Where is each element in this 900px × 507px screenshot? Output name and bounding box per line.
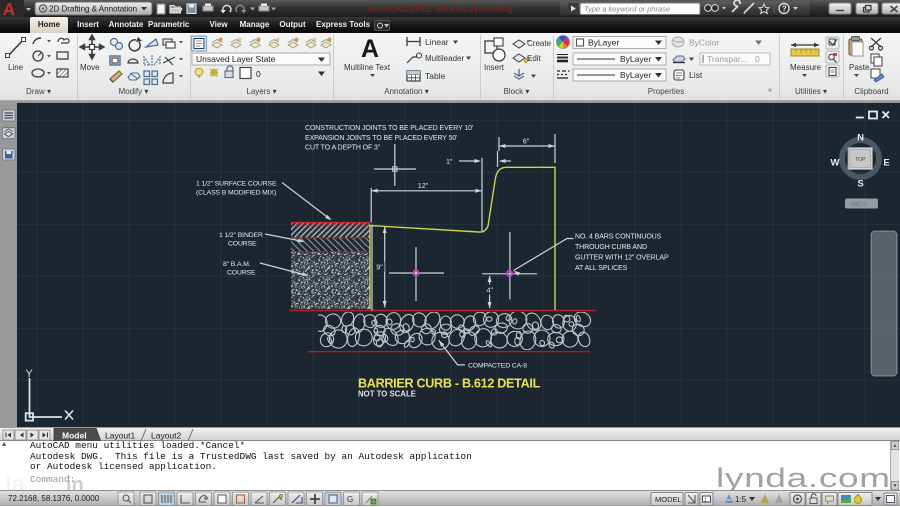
svg-text:ByLayer: ByLayer <box>620 70 651 80</box>
svg-text:COURSE: COURSE <box>228 241 257 248</box>
svg-text:E: E <box>883 158 889 169</box>
svg-text:Create: Create <box>527 39 552 48</box>
svg-text:EXPANSION JOINTS TO BE PLACED: EXPANSION JOINTS TO BE PLACED EVERY 50' <box>305 135 457 142</box>
svg-text:Y: Y <box>26 368 34 380</box>
svg-text:N: N <box>857 133 864 144</box>
svg-text:Layout2: Layout2 <box>151 431 182 441</box>
svg-text:0: 0 <box>256 69 261 79</box>
svg-text:COURSE: COURSE <box>227 270 256 277</box>
svg-text:Table: Table <box>425 71 446 81</box>
svg-text:Multileader: Multileader <box>425 54 464 63</box>
svg-text:AT ALL SPLICES: AT ALL SPLICES <box>575 265 628 272</box>
svg-text:CONSTRUCTION JOINTS TO BE PLAC: CONSTRUCTION JOINTS TO BE PLACED EVERY 1… <box>305 125 473 132</box>
svg-text:Line: Line <box>8 63 24 72</box>
svg-text:MODEL: MODEL <box>655 495 682 504</box>
svg-text:Insert: Insert <box>484 63 505 72</box>
svg-text:1: 1 <box>704 498 707 504</box>
svg-text:Unsaved Layer State: Unsaved Layer State <box>196 54 276 64</box>
svg-text:Move: Move <box>80 63 100 72</box>
svg-text:0: 0 <box>755 54 760 64</box>
svg-text:9": 9" <box>376 263 383 272</box>
svg-text:ByColor: ByColor <box>689 38 719 48</box>
svg-text:6": 6" <box>523 137 530 146</box>
svg-text:W: W <box>831 158 840 169</box>
svg-text:Linear: Linear <box>425 37 449 47</box>
svg-text:Measure: Measure <box>790 63 822 72</box>
svg-text:(CLASS B MODIFIED MIX): (CLASS B MODIFIED MIX) <box>196 190 276 197</box>
svg-text:Transpar...: Transpar... <box>707 54 747 64</box>
svg-text:List: List <box>689 70 703 80</box>
svg-text:A: A <box>2 0 16 17</box>
svg-text:A: A <box>361 35 379 63</box>
svg-text:ByLayer: ByLayer <box>588 38 619 48</box>
svg-text:1 1/2" SURFACE COURSE: 1 1/2" SURFACE COURSE <box>196 181 277 188</box>
svg-text:NOT TO SCALE: NOT TO SCALE <box>358 390 416 399</box>
svg-text:TOP: TOP <box>855 157 866 163</box>
svg-text:WCS: WCS <box>851 202 868 209</box>
svg-text:12": 12" <box>418 181 429 190</box>
svg-text:ByLayer: ByLayer <box>620 54 651 64</box>
svg-text:G: G <box>347 495 353 504</box>
svg-text:GUTTER WITH 12" OVERLAP: GUTTER WITH 12" OVERLAP <box>575 255 669 262</box>
svg-text:1 1/2" BINDER: 1 1/2" BINDER <box>219 232 263 239</box>
svg-text:Layout1: Layout1 <box>105 431 136 441</box>
svg-text:1": 1" <box>446 157 453 166</box>
svg-text:4": 4" <box>487 286 494 295</box>
svg-text:Type a keyword or phrase: Type a keyword or phrase <box>584 5 670 14</box>
svg-text:2D Drafting & Annotation: 2D Drafting & Annotation <box>49 5 137 14</box>
svg-text:CUT TO A DEPTH OF 3": CUT TO A DEPTH OF 3" <box>305 145 381 152</box>
svg-text:1:5: 1:5 <box>735 495 747 504</box>
svg-text:Paste: Paste <box>849 63 870 72</box>
svg-text:8" B.A.M.: 8" B.A.M. <box>223 261 251 268</box>
svg-text:THROUGH CURB AND: THROUGH CURB AND <box>575 244 647 251</box>
svg-text:S: S <box>857 179 863 190</box>
svg-text:Model: Model <box>62 431 87 441</box>
svg-text:COMPACTED CA-8: COMPACTED CA-8 <box>468 363 527 370</box>
svg-text:Multiline Text: Multiline Text <box>344 63 391 72</box>
svg-text:NO. 4 BARS CONTINUOUS: NO. 4 BARS CONTINUOUS <box>575 234 662 241</box>
svg-text:?: ? <box>782 5 787 14</box>
svg-text:Edit: Edit <box>527 54 542 63</box>
svg-text:BARRIER CURB - B.612 DETAIL: BARRIER CURB - B.612 DETAIL <box>358 377 541 391</box>
